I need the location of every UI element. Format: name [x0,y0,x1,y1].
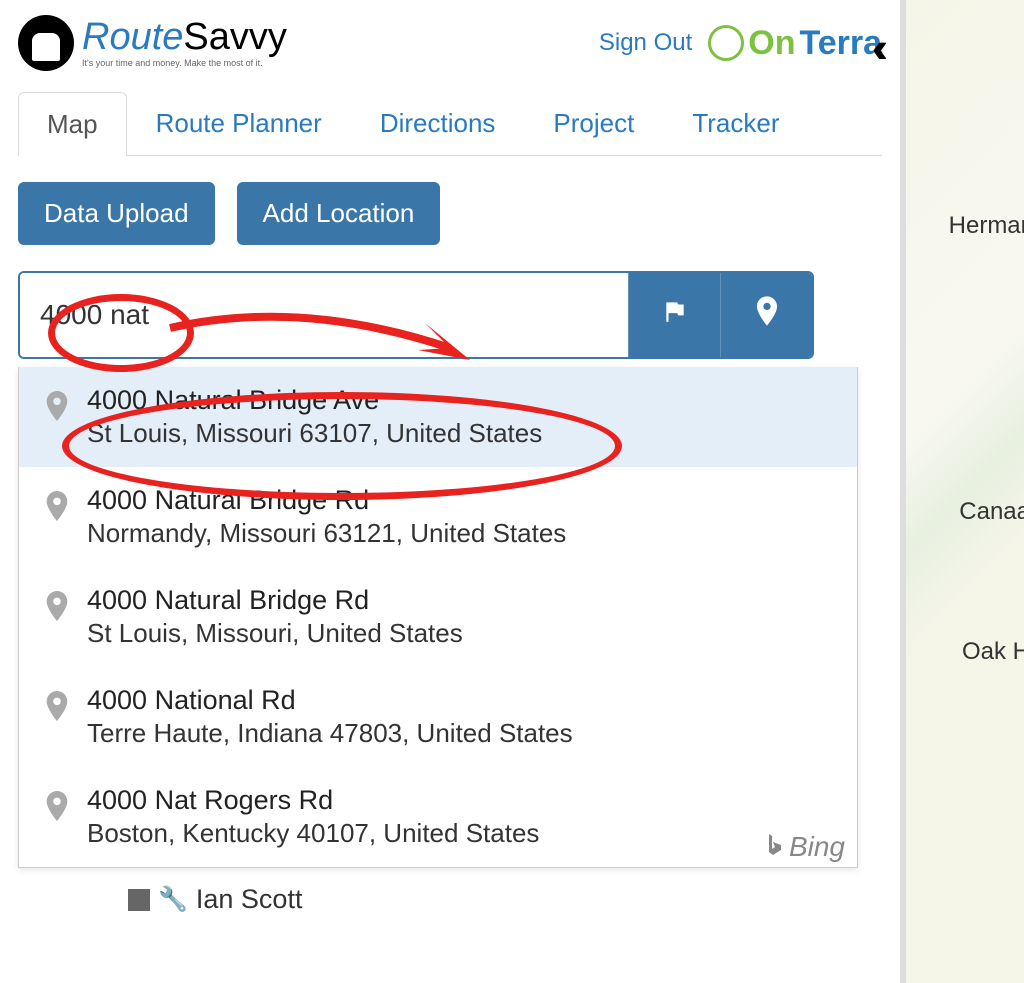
map-pin-icon [45,691,69,728]
suggestion-item[interactable]: 4000 National Rd Terre Haute, Indiana 47… [19,667,857,767]
suggestion-title: 4000 Natural Bridge Ave [87,385,542,416]
bing-credit: Bing [765,831,845,863]
map-viewport[interactable]: Herman Canaa Oak H [900,0,1024,983]
pin-button[interactable] [720,273,812,357]
address-search-input[interactable] [20,273,628,357]
sign-out-link[interactable]: Sign Out [599,29,692,57]
suggestion-title: 4000 Natural Bridge Rd [87,585,463,616]
list-item[interactable]: 🔧 Ian Scott [18,868,882,915]
header: RouteSavvy It's your time and money. Mak… [18,10,882,91]
tab-route-planner[interactable]: Route Planner [127,91,351,155]
map-label: Canaa [959,498,1024,526]
flag-icon [662,298,688,332]
suggestion-title: 4000 Nat Rogers Rd [87,785,539,816]
map-label: Oak H [962,638,1024,666]
suggestion-dropdown: 4000 Natural Bridge Ave St Louis, Missou… [18,367,858,868]
map-pin-icon [756,296,778,334]
suggestion-title: 4000 Natural Bridge Rd [87,485,566,516]
collapse-panel-button[interactable]: ‹‹ [872,24,876,72]
logo-text: RouteSavvy [82,18,287,56]
suggestion-title: 4000 National Rd [87,685,573,716]
suggestion-item[interactable]: 4000 Natural Bridge Ave St Louis, Missou… [19,367,857,467]
logo-subtitle: It's your time and money. Make the most … [82,58,287,68]
globe-icon [708,25,744,61]
stop-icon [128,889,150,911]
search-row [18,271,814,359]
add-location-button[interactable]: Add Location [237,182,441,245]
map-pin-icon [45,791,69,828]
map-pin-icon [45,391,69,428]
wrench-icon: 🔧 [158,885,188,914]
suggestion-subtitle: St Louis, Missouri 63107, United States [87,418,542,449]
map-label: Herman [949,212,1024,240]
tab-bar: Map Route Planner Directions Project Tra… [18,91,882,156]
data-upload-button[interactable]: Data Upload [18,182,215,245]
partner-logo[interactable]: OnTerra [708,24,882,63]
toolbar: Data Upload Add Location [18,156,882,271]
tab-project[interactable]: Project [524,91,663,155]
list-item-label: Ian Scott [196,884,303,915]
suggestion-subtitle: Terre Haute, Indiana 47803, United State… [87,718,573,749]
side-panel: ‹‹ RouteSavvy It's your time and money. … [0,0,900,983]
tab-map[interactable]: Map [18,92,127,156]
suggestion-item[interactable]: 4000 Natural Bridge Rd Normandy, Missour… [19,467,857,567]
suggestion-subtitle: Normandy, Missouri 63121, United States [87,518,566,549]
suggestion-item[interactable]: 4000 Nat Rogers Rd Boston, Kentucky 4010… [19,767,857,867]
tab-directions[interactable]: Directions [351,91,525,155]
map-pin-icon [45,591,69,628]
suggestion-item[interactable]: 4000 Natural Bridge Rd St Louis, Missour… [19,567,857,667]
logo-mark-icon [18,15,74,71]
flag-button[interactable] [628,273,720,357]
suggestion-subtitle: Boston, Kentucky 40107, United States [87,818,539,849]
tab-tracker[interactable]: Tracker [663,91,808,155]
map-pin-icon [45,491,69,528]
app-logo[interactable]: RouteSavvy It's your time and money. Mak… [18,15,287,71]
suggestion-subtitle: St Louis, Missouri, United States [87,618,463,649]
